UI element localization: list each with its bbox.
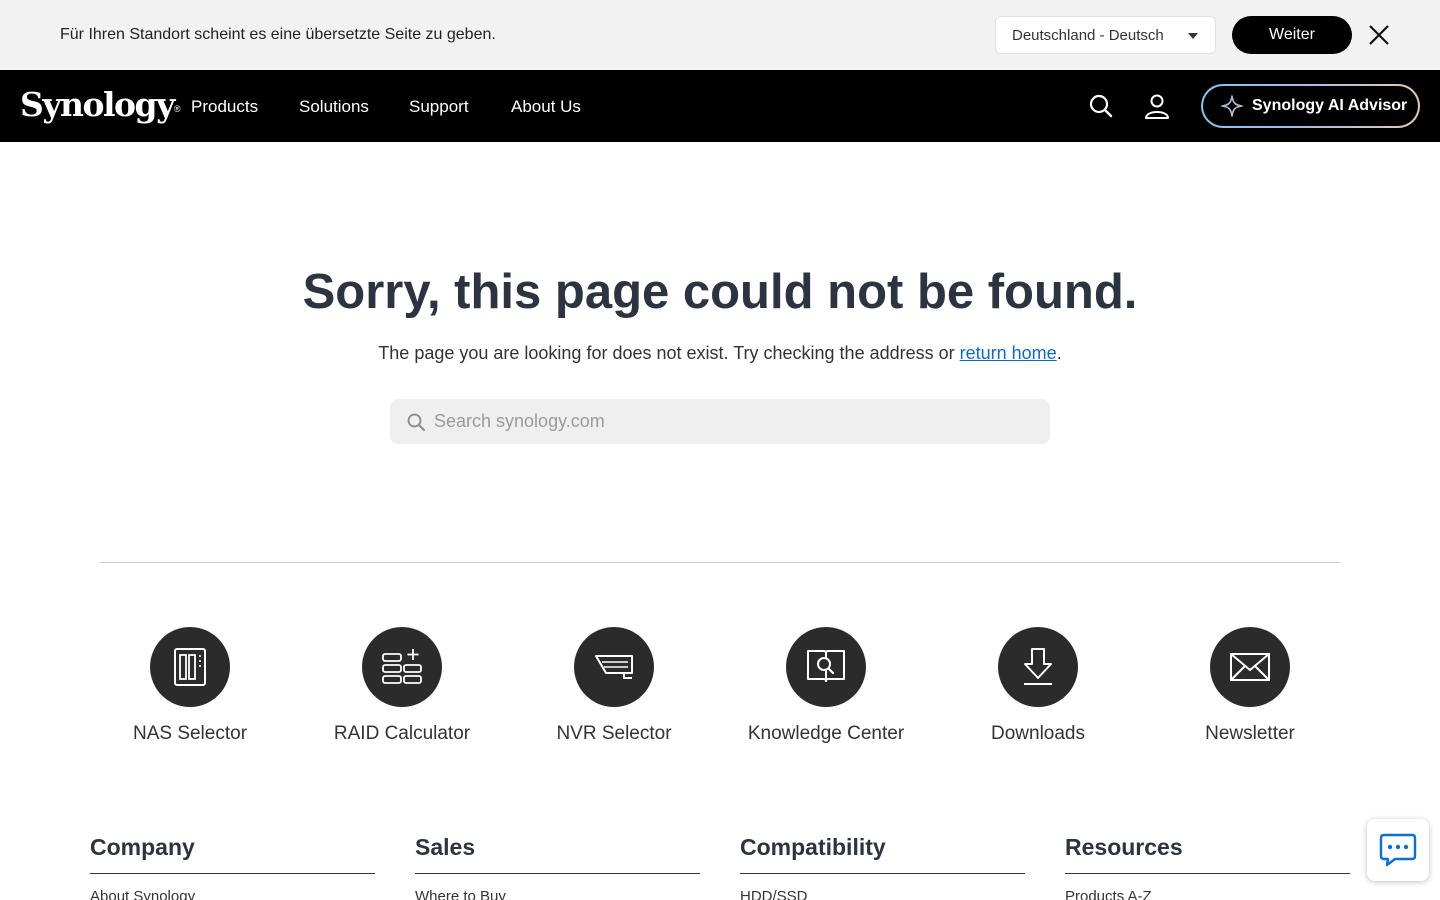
nav-item-products[interactable]: Products <box>191 96 258 118</box>
site-search <box>390 399 1050 444</box>
locale-message: Für Ihren Standort scheint es eine übers… <box>60 26 496 43</box>
section-divider <box>100 562 1340 563</box>
tool-knowledge-center[interactable]: Knowledge Center <box>720 627 932 746</box>
tool-label: RAID Calculator <box>333 723 471 744</box>
footer-column-title: Company <box>90 832 375 874</box>
ai-advisor-label: Synology AI Advisor <box>1252 97 1408 114</box>
ai-advisor-button[interactable]: Synology AI Advisor <box>1201 84 1420 128</box>
footer-column-company: Company About Synology <box>90 832 375 900</box>
main-nav: Synology® Products Solutions Support Abo… <box>0 70 1440 142</box>
subtitle-period: . <box>1056 343 1062 363</box>
page-subtitle: The page you are looking for does not ex… <box>0 341 1440 365</box>
locale-banner: Für Ihren Standort scheint es eine übers… <box>0 0 1440 70</box>
search-icon[interactable] <box>1087 92 1115 120</box>
nav-item-solutions[interactable]: Solutions <box>299 96 369 118</box>
footer-column-title: Sales <box>415 832 700 874</box>
nav-item-about-us[interactable]: About Us <box>511 96 581 118</box>
footer-column-compatibility: Compatibility HDD/SSD <box>740 832 1025 900</box>
footer-link[interactable]: HDD/SSD <box>740 887 1025 900</box>
tool-label: NAS Selector <box>132 723 248 744</box>
user-account-icon[interactable] <box>1143 92 1171 120</box>
knowledge-center-icon <box>786 627 866 707</box>
tool-nas-selector[interactable]: NAS Selector <box>84 627 296 746</box>
tool-label: Knowledge Center <box>747 723 905 744</box>
search-icon <box>407 413 425 431</box>
nas-icon <box>150 627 230 707</box>
footer-column-resources: Resources Products A-Z <box>1065 832 1350 900</box>
nvr-icon <box>574 627 654 707</box>
footer-link[interactable]: About Synology <box>90 887 375 900</box>
footer-link[interactable]: Products A-Z <box>1065 887 1350 900</box>
search-input[interactable] <box>434 399 1034 444</box>
logo-text: Synology <box>20 85 175 124</box>
footer-column-sales: Sales Where to Buy <box>415 832 700 900</box>
page-title: Sorry, this page could not be found. <box>302 265 1138 319</box>
chat-icon <box>1379 833 1417 867</box>
tool-label: Downloads <box>991 723 1085 744</box>
footer-link[interactable]: Where to Buy <box>415 887 700 900</box>
tool-nvr-selector[interactable]: NVR Selector <box>508 627 720 746</box>
envelope-icon <box>1210 627 1290 707</box>
locale-dropdown[interactable]: Deutschland - Deutsch <box>995 16 1216 54</box>
chat-button[interactable] <box>1367 819 1429 881</box>
download-icon <box>998 627 1078 707</box>
tool-label: NVR Selector <box>556 723 672 744</box>
registered-mark: ® <box>173 104 181 114</box>
tool-downloads[interactable]: Downloads <box>932 627 1144 746</box>
sparkle-icon <box>1221 95 1243 117</box>
raid-calculator-icon <box>362 627 442 707</box>
subtitle-text: The page you are looking for does not ex… <box>378 343 960 363</box>
synology-logo[interactable]: Synology® <box>20 86 180 124</box>
close-icon[interactable] <box>1366 22 1392 48</box>
tool-newsletter[interactable]: Newsletter <box>1144 627 1356 746</box>
continue-button[interactable]: Weiter <box>1232 16 1352 54</box>
locale-selected-value: Deutschland - Deutsch <box>1012 27 1164 44</box>
return-home-link[interactable]: return home <box>960 343 1057 363</box>
tool-raid-calculator[interactable]: RAID Calculator <box>296 627 508 746</box>
footer-column-title: Compatibility <box>740 832 1025 874</box>
nav-item-support[interactable]: Support <box>409 96 469 118</box>
chevron-down-icon <box>1188 33 1198 39</box>
tool-label: Newsletter <box>1205 723 1295 744</box>
footer-column-title: Resources <box>1065 832 1350 874</box>
